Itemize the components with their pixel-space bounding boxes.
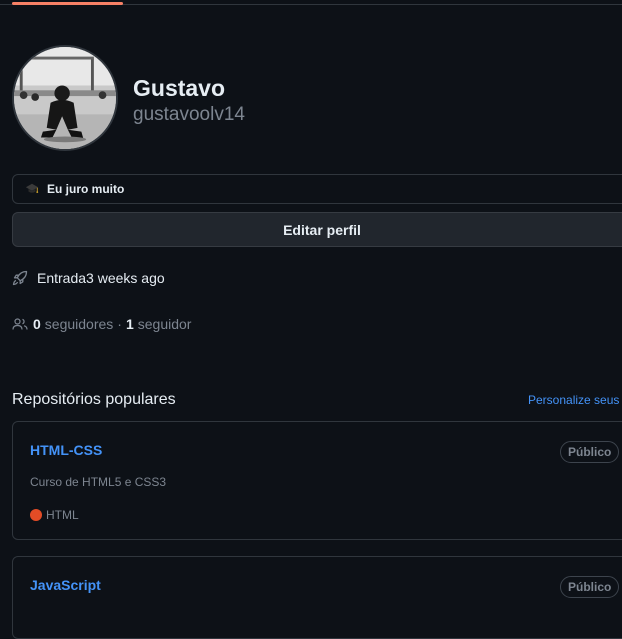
follow-stats: 0 seguidores · 1 seguidor [12,314,191,334]
following-link[interactable]: 1 seguidor [126,316,192,332]
graduation-cap-icon [23,180,41,198]
repo-language-name: HTML [46,508,79,522]
selected-tab-underline [12,2,123,5]
followers-link[interactable]: 0 seguidores [33,316,113,332]
repo-card: HTML-CSS Público Curso de HTML5 e CSS3 H… [12,421,622,540]
repo-name-link[interactable]: JavaScript [30,577,101,593]
edit-profile-button[interactable]: Editar perfil [12,212,622,247]
join-date: Entrada3 weeks ago [12,268,165,288]
repo-language: HTML [30,508,79,522]
repo-card: JavaScript Público [12,556,622,639]
following-count: 1 [125,316,134,332]
followers-label: seguidores [44,316,114,332]
people-icon [12,315,30,333]
status-text: Eu juro muito [47,182,125,196]
customize-pins-link[interactable]: Personalize seus p [528,393,622,407]
avatar[interactable] [12,45,118,151]
join-date-text: Entrada3 weeks ago [37,270,165,286]
followers-count: 0 [33,316,41,332]
visibility-badge: Público [560,441,620,463]
repo-name-link[interactable]: HTML-CSS [30,442,102,458]
rocket-icon [12,269,30,287]
profile-name: Gustavo [133,75,226,101]
language-color-dot [30,509,42,521]
visibility-badge: Público [560,576,620,598]
repo-description: Curso de HTML5 e CSS3 [30,475,167,489]
popular-repos-title: Repositórios populares [12,391,176,408]
following-label: seguidor [137,316,192,332]
profile-page: Gustavo gustavoolv14 Eu juro muito Edita… [0,0,622,639]
profile-login: gustavoolv14 [133,104,245,125]
status-button[interactable]: Eu juro muito [12,174,622,204]
separator-dot: · [117,316,122,332]
avatar-photo [14,47,116,149]
